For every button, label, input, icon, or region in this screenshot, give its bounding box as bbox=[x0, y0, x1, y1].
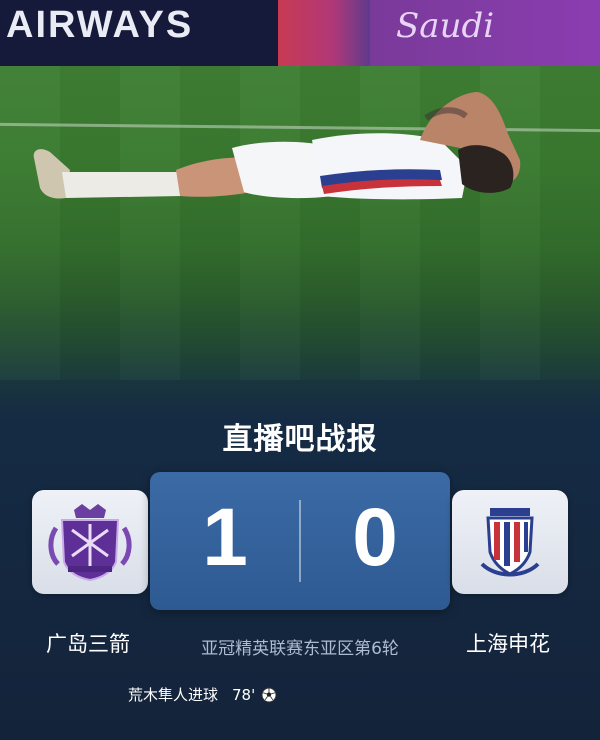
page-title: 直播吧战报 bbox=[222, 422, 378, 457]
away-team-crest bbox=[452, 490, 568, 594]
sanfrecce-crest-icon bbox=[48, 504, 132, 582]
fallen-player-illustration bbox=[33, 92, 521, 200]
match-photo: AIRWAYS Saudi bbox=[0, 0, 600, 380]
goal-scorer: 荒木隼人进球 bbox=[128, 686, 219, 704]
home-score: 1 bbox=[202, 492, 248, 583]
competition-round: 亚冠精英联赛东亚区第6轮 bbox=[201, 639, 399, 659]
shenhua-crest-icon bbox=[480, 508, 540, 577]
goal-event: 荒木隼人进球 78' bbox=[128, 684, 277, 705]
soccer-ball-icon bbox=[261, 687, 277, 702]
home-team-crest bbox=[32, 490, 148, 594]
away-score: 0 bbox=[352, 492, 398, 583]
match-report-card: AIRWAYS Saudi 直播吧战报 1 0 广岛三箭 亚冠精英联赛东亚区第6… bbox=[0, 0, 600, 740]
scoreboard: 1 0 bbox=[150, 472, 450, 610]
away-team-name: 上海申花 bbox=[466, 632, 550, 656]
goal-minute: 78' bbox=[232, 685, 256, 704]
home-team-name: 广岛三箭 bbox=[46, 632, 130, 656]
